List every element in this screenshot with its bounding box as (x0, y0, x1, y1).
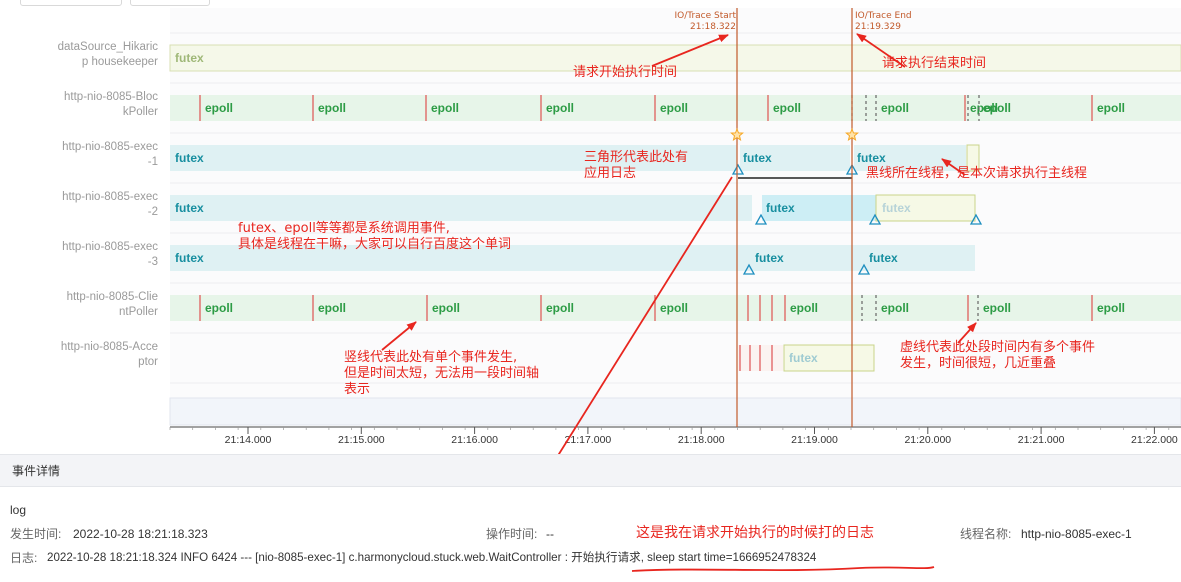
event-label-epoll: epoll (318, 101, 346, 115)
event-label-epoll: epoll (205, 101, 233, 115)
event-label-epoll: epoll (773, 101, 801, 115)
thread-label-line: -2 (147, 206, 158, 218)
thread-label-line: ntPoller (119, 306, 158, 318)
event-label-futex: futex (175, 201, 204, 215)
op-time-value: -- (546, 527, 554, 541)
event-type: log (10, 503, 27, 517)
event-label-epoll: epoll (1097, 101, 1125, 115)
annotation-start-time: 请求开始执行时间 (573, 65, 678, 80)
thread-label-exec-1: http-nio-8085-exec -1 (8, 140, 158, 170)
event-bar-futex (170, 195, 752, 221)
event-label-futex: futex (743, 151, 772, 165)
event-label-epoll: epoll (881, 301, 909, 315)
annotation-syscall: futex、epoll等等都是系统调用事件, 具体是线程在干嘛，大家可以自行百度… (238, 221, 511, 253)
event-label-futex: futex (857, 151, 886, 165)
axis-tick-label: 21:16.000 (451, 434, 498, 446)
trace-marker-time: 21:19.329 (855, 22, 901, 32)
event-label-epoll: epoll (432, 301, 460, 315)
event-label-futex: futex (869, 251, 898, 265)
overview-strip (169, 397, 1181, 426)
thread-label-line: http-nio-8085-exec (62, 191, 158, 203)
toolbar-button[interactable] (130, 0, 210, 6)
thread-name-value: http-nio-8085-exec-1 (1021, 527, 1132, 541)
event-label-epoll: epoll (431, 101, 459, 115)
axis-tick-label: 21:18.000 (678, 434, 725, 446)
thread-label-line: kPoller (122, 106, 158, 118)
event-label-epoll: epoll (790, 301, 818, 315)
annotation-line: 应用日志 (584, 166, 637, 181)
event-label-epoll: epoll (546, 301, 574, 315)
thread-label-exec-3: http-nio-8085-exec -3 (8, 240, 158, 270)
annotation-triangle: 三角形代表此处有 应用日志 (584, 150, 688, 182)
event-details-panel: 事件详情 log 发生时间: 2022-10-28 18:21:18.323 操… (0, 454, 1181, 582)
axis-tick-label: 21:14.000 (225, 434, 272, 446)
log-label: 日志: (10, 551, 38, 565)
log-underline (631, 566, 935, 572)
event-label-epoll: epoll (983, 301, 1011, 315)
event-details-header: 事件详情 (0, 454, 1181, 487)
event-details-title: 事件详情 (12, 464, 61, 478)
event-label-futex: futex (766, 201, 795, 215)
thread-label-hikari: dataSource_Hikaric p housekeeper (8, 40, 158, 70)
thread-label-blockpoller: http-nio-8085-Bloc kPoller (8, 90, 158, 120)
annotation-line: 虚线代表此处段时间内有多个事件 (900, 340, 1096, 355)
thread-label-exec-2: http-nio-8085-exec -2 (8, 190, 158, 220)
event-label-epoll: epoll (660, 301, 688, 315)
thread-name-label: 线程名称: (960, 527, 1012, 541)
axis-tick-label: 21:17.000 (565, 434, 612, 446)
annotation-line: 竖线代表此处有单个事件发生, (344, 350, 518, 365)
thread-label-line: http-nio-8085-exec (62, 241, 158, 253)
annotation-end-time: 请求执行结束时间 (882, 56, 987, 71)
axis-tick-label: 21:21.000 (1018, 434, 1065, 446)
event-label-futex: futex (175, 251, 204, 265)
axis-tick-label: 21:15.000 (338, 434, 385, 446)
event-label-epoll: epoll (881, 101, 909, 115)
event-label-futex: futex (755, 251, 784, 265)
trace-marker-title: IO/Trace End (855, 11, 912, 21)
annotation-vertical-line: 竖线代表此处有单个事件发生, 但是时间太短，无法用一段时间轴 表示 (344, 350, 539, 398)
log-value: 2022-10-28 18:21:18.324 INFO 6424 --- [n… (47, 551, 817, 564)
annotation-log-note: 这是我在请求开始执行的时候打的日志 (636, 525, 874, 541)
annotation-dashed-line: 虚线代表此处段时间内有多个事件 发生，时间很短，几近重叠 (900, 340, 1095, 372)
event-label-epoll: epoll (1097, 301, 1125, 315)
event-label-futex: futex (882, 201, 911, 215)
thread-label-line: http-nio-8085-exec (62, 141, 158, 153)
axis-tick-label: 21:19.000 (791, 434, 838, 446)
annotation-line: 具体是线程在干嘛，大家可以自行百度这个单词 (238, 237, 512, 252)
axis-tick-label: 21:22.000 (1131, 434, 1178, 446)
thread-label-line: dataSource_Hikaric (57, 41, 158, 53)
thread-label-clientpoller: http-nio-8085-Clie ntPoller (8, 290, 158, 320)
thread-label-line: http-nio-8085-Bloc (64, 91, 158, 103)
thread-label-acceptor: http-nio-8085-Acce ptor (8, 340, 158, 370)
trace-marker-time: 21:18.322 (690, 22, 736, 32)
occur-time-label: 发生时间: (10, 527, 62, 541)
event-label-epoll: epoll (983, 101, 1011, 115)
thread-label-line: ptor (138, 356, 158, 368)
annotation-line: 发生，时间很短，几近重叠 (900, 356, 1057, 371)
annotation-black-line: 黑线所在线程，是本次请求执行主线程 (866, 166, 1088, 181)
thread-label-line: p housekeeper (81, 56, 158, 68)
event-label-epoll: epoll (660, 101, 688, 115)
annotation-line: 但是时间太短，无法用一段时间轴 (344, 366, 540, 381)
trace-marker-title: IO/Trace Start (675, 11, 737, 21)
event-label-futex: futex (789, 351, 818, 365)
annotation-line: 表示 (344, 382, 371, 397)
occur-time-value: 2022-10-28 18:21:18.323 (73, 527, 208, 541)
thread-label-line: http-nio-8085-Clie (66, 291, 158, 303)
toolbar-button[interactable] (20, 0, 122, 6)
event-label-epoll: epoll (318, 301, 346, 315)
event-label-epoll: epoll (546, 101, 574, 115)
thread-label-line: -1 (147, 156, 158, 168)
event-label-futex: futex (175, 151, 204, 165)
axis-tick-label: 21:20.000 (904, 434, 951, 446)
annotation-line: futex、epoll等等都是系统调用事件, (238, 221, 450, 236)
annotation-line: 三角形代表此处有 (584, 150, 689, 165)
op-time-label: 操作时间: (486, 527, 538, 541)
event-label-futex: futex (175, 51, 204, 65)
event-label-epoll: epoll (205, 301, 233, 315)
thread-label-line: http-nio-8085-Acce (60, 341, 158, 353)
thread-label-line: -3 (147, 256, 158, 268)
